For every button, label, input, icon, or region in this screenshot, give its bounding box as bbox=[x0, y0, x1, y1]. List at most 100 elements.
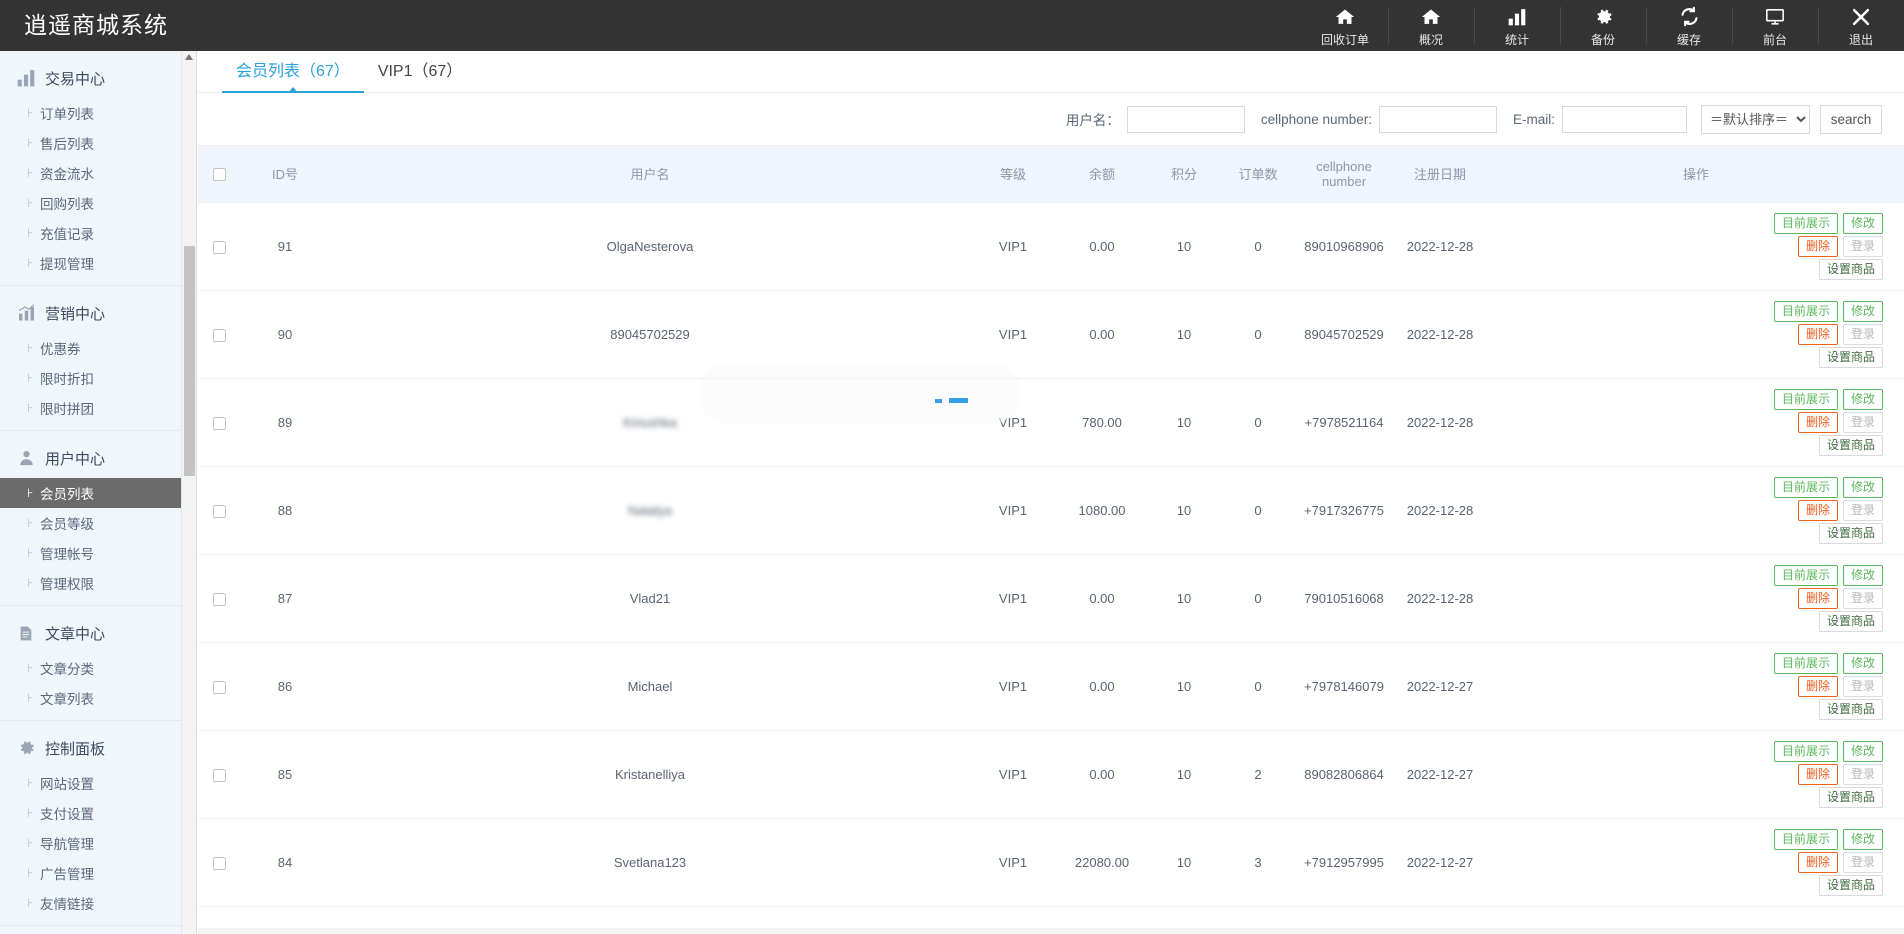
sidebar-item-资金流水[interactable]: ⊦ 资金流水 bbox=[0, 158, 181, 188]
topnav-item-备份[interactable]: 备份 bbox=[1560, 0, 1646, 51]
show-button[interactable]: 目前展示 bbox=[1773, 388, 1838, 410]
sidebar-group-header[interactable]: 交易中心 bbox=[0, 58, 181, 98]
cell-orders[interactable]: 0 bbox=[1220, 290, 1296, 379]
edit-button[interactable]: 修改 bbox=[1842, 300, 1883, 322]
show-button[interactable]: 目前展示 bbox=[1773, 476, 1838, 498]
topnav-item-前台[interactable]: 前台 bbox=[1732, 0, 1818, 51]
sidebar-item-优惠券[interactable]: ⊦ 优惠券 bbox=[0, 333, 181, 363]
sidebar-item-管理权限[interactable]: ⊦ 管理权限 bbox=[0, 568, 181, 598]
sidebar-group-header[interactable]: 用户中心 bbox=[0, 438, 181, 478]
sidebar-item-会员列表[interactable]: ⊦ 会员列表 bbox=[0, 478, 181, 508]
set-goods-button[interactable]: 设置商品 bbox=[1818, 610, 1883, 632]
set-goods-button[interactable]: 设置商品 bbox=[1818, 786, 1883, 808]
row-checkbox[interactable] bbox=[212, 240, 226, 254]
tab-vip1[interactable]: VIP1（67） bbox=[364, 57, 477, 92]
delete-button[interactable]: 删除 bbox=[1797, 499, 1838, 521]
sidebar-item-回购列表[interactable]: ⊦ 回购列表 bbox=[0, 188, 181, 218]
search-button[interactable]: search bbox=[1820, 104, 1882, 134]
login-button[interactable]: 登录 bbox=[1842, 499, 1883, 521]
row-checkbox[interactable] bbox=[212, 416, 226, 430]
cell-orders[interactable]: 3 bbox=[1220, 818, 1296, 907]
edit-button[interactable]: 修改 bbox=[1842, 740, 1883, 762]
sidebar-item-会员等级[interactable]: ⊦ 会员等级 bbox=[0, 508, 181, 538]
sidebar-item-友情链接[interactable]: ⊦ 友情链接 bbox=[0, 888, 181, 918]
sidebar-scroll-thumb[interactable] bbox=[184, 246, 195, 476]
row-checkbox[interactable] bbox=[212, 768, 226, 782]
row-checkbox[interactable] bbox=[212, 856, 226, 870]
show-button[interactable]: 目前展示 bbox=[1773, 212, 1838, 234]
cell-orders[interactable]: 0 bbox=[1220, 466, 1296, 555]
sidebar-item-广告管理[interactable]: ⊦ 广告管理 bbox=[0, 858, 181, 888]
topnav-item-退出[interactable]: 退出 bbox=[1818, 0, 1904, 51]
set-goods-button[interactable]: 设置商品 bbox=[1818, 522, 1883, 544]
show-button[interactable]: 目前展示 bbox=[1773, 828, 1838, 850]
login-button[interactable]: 登录 bbox=[1842, 763, 1883, 785]
set-goods-button[interactable]: 设置商品 bbox=[1818, 346, 1883, 368]
sidebar-item-支付设置[interactable]: ⊦ 支付设置 bbox=[0, 798, 181, 828]
cell-orders[interactable]: 0 bbox=[1220, 202, 1296, 291]
show-button[interactable]: 目前展示 bbox=[1773, 652, 1838, 674]
edit-button[interactable]: 修改 bbox=[1842, 212, 1883, 234]
edit-button[interactable]: 修改 bbox=[1842, 564, 1883, 586]
set-goods-button[interactable]: 设置商品 bbox=[1818, 698, 1883, 720]
show-button[interactable]: 目前展示 bbox=[1773, 740, 1838, 762]
set-goods-button[interactable]: 设置商品 bbox=[1818, 434, 1883, 456]
delete-button[interactable]: 删除 bbox=[1797, 587, 1838, 609]
set-goods-button[interactable]: 设置商品 bbox=[1818, 874, 1883, 896]
email-input[interactable] bbox=[1562, 105, 1687, 133]
sidebar-group-header[interactable]: 控制面板 bbox=[0, 728, 181, 768]
topnav-item-概况[interactable]: 概况 bbox=[1388, 0, 1474, 51]
login-button[interactable]: 登录 bbox=[1842, 587, 1883, 609]
delete-button[interactable]: 删除 bbox=[1797, 851, 1838, 873]
show-button[interactable]: 目前展示 bbox=[1773, 300, 1838, 322]
cell-orders[interactable]: 0 bbox=[1220, 378, 1296, 467]
cellphone-input[interactable] bbox=[1378, 105, 1497, 133]
select-all-checkbox[interactable] bbox=[212, 168, 226, 182]
edit-button[interactable]: 修改 bbox=[1842, 476, 1883, 498]
sidebar-group-header[interactable]: 营销中心 bbox=[0, 293, 181, 333]
cell-orders[interactable]: 0 bbox=[1220, 554, 1296, 643]
tab-member-list[interactable]: 会员列表（67） bbox=[222, 57, 364, 93]
login-button[interactable]: 登录 bbox=[1842, 411, 1883, 433]
row-checkbox[interactable] bbox=[212, 504, 226, 518]
scroll-up-arrow-icon[interactable] bbox=[185, 54, 193, 60]
sidebar-item-售后列表[interactable]: ⊦ 售后列表 bbox=[0, 128, 181, 158]
sidebar-item-提现管理[interactable]: ⊦ 提现管理 bbox=[0, 248, 181, 278]
sidebar-item-限时折扣[interactable]: ⊦ 限时折扣 bbox=[0, 363, 181, 393]
username-input[interactable] bbox=[1126, 105, 1245, 133]
row-checkbox[interactable] bbox=[212, 592, 226, 606]
sort-select[interactable]: ＝默认排序＝ bbox=[1701, 104, 1810, 134]
edit-button[interactable]: 修改 bbox=[1842, 652, 1883, 674]
login-button[interactable]: 登录 bbox=[1842, 235, 1883, 257]
row-checkbox[interactable] bbox=[212, 680, 226, 694]
edit-button[interactable]: 修改 bbox=[1842, 388, 1883, 410]
row-checkbox[interactable] bbox=[212, 328, 226, 342]
set-goods-button[interactable]: 设置商品 bbox=[1818, 258, 1883, 280]
delete-button[interactable]: 删除 bbox=[1797, 323, 1838, 345]
horizontal-scrollbar[interactable] bbox=[198, 928, 1904, 934]
cell-orders[interactable]: 0 bbox=[1220, 642, 1296, 731]
delete-button[interactable]: 删除 bbox=[1797, 763, 1838, 785]
sidebar-item-订单列表[interactable]: ⊦ 订单列表 bbox=[0, 98, 181, 128]
delete-button[interactable]: 删除 bbox=[1797, 235, 1838, 257]
sidebar-item-文章列表[interactable]: ⊦ 文章列表 bbox=[0, 683, 181, 713]
delete-button[interactable]: 删除 bbox=[1797, 411, 1838, 433]
topnav-item-缓存[interactable]: 缓存 bbox=[1646, 0, 1732, 51]
login-button[interactable]: 登录 bbox=[1842, 323, 1883, 345]
login-button[interactable]: 登录 bbox=[1842, 675, 1883, 697]
sidebar-item-文章分类[interactable]: ⊦ 文章分类 bbox=[0, 653, 181, 683]
sidebar-item-网站设置[interactable]: ⊦ 网站设置 bbox=[0, 768, 181, 798]
login-button[interactable]: 登录 bbox=[1842, 851, 1883, 873]
edit-button[interactable]: 修改 bbox=[1842, 828, 1883, 850]
show-button[interactable]: 目前展示 bbox=[1773, 564, 1838, 586]
sidebar-item-限时拼团[interactable]: ⊦ 限时拼团 bbox=[0, 393, 181, 423]
sidebar-item-充值记录[interactable]: ⊦ 充值记录 bbox=[0, 218, 181, 248]
sidebar-item-导航管理[interactable]: ⊦ 导航管理 bbox=[0, 828, 181, 858]
topnav-item-回收订单[interactable]: 回收订单 bbox=[1302, 0, 1388, 51]
delete-button[interactable]: 删除 bbox=[1797, 675, 1838, 697]
sidebar-scrollbar[interactable] bbox=[182, 51, 197, 934]
cell-orders[interactable]: 2 bbox=[1220, 730, 1296, 819]
topnav-item-统计[interactable]: 统计 bbox=[1474, 0, 1560, 51]
sidebar-item-管理帐号[interactable]: ⊦ 管理帐号 bbox=[0, 538, 181, 568]
sidebar-group-header[interactable]: 文章中心 bbox=[0, 613, 181, 653]
